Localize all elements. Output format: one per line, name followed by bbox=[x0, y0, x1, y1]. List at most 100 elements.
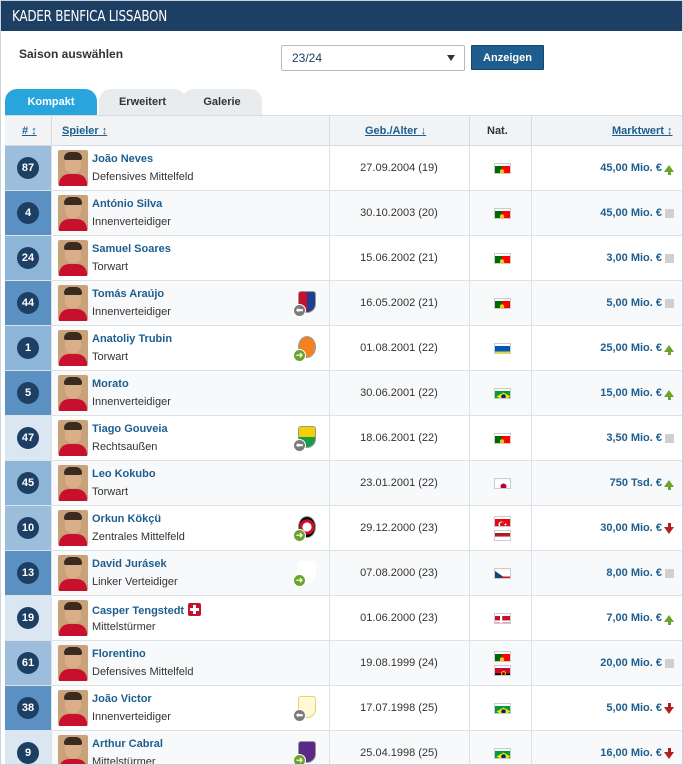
avatar[interactable] bbox=[58, 240, 88, 276]
avatar[interactable] bbox=[58, 285, 88, 321]
avatar-hair bbox=[64, 737, 82, 745]
sort-player-header[interactable]: Spieler ↕ bbox=[62, 116, 107, 146]
player-name-link[interactable]: António Silva bbox=[92, 198, 162, 210]
page-title: KADER BENFICA LISSABON bbox=[12, 7, 167, 25]
nationality bbox=[473, 146, 531, 190]
unchanged-icon bbox=[664, 208, 674, 218]
market-value-link[interactable]: 3,00 Mio. € bbox=[535, 236, 662, 280]
value-trend bbox=[662, 461, 676, 505]
player-name-link[interactable]: Morato bbox=[92, 378, 129, 390]
column-divider bbox=[51, 461, 52, 505]
table-row: 13 David Jurásek Linker Verteidiger ➜ 07… bbox=[5, 551, 682, 596]
player-name-link[interactable]: Arthur Cabral bbox=[92, 738, 163, 750]
transfer-club[interactable]: ➜ bbox=[293, 741, 317, 764]
table-row: 87 João Neves Defensives Mittelfeld 27.0… bbox=[5, 146, 682, 191]
player-name-link[interactable]: Anatoliy Trubin bbox=[92, 333, 172, 345]
avatar-body bbox=[59, 309, 87, 321]
sort-number-header[interactable]: # ↕ bbox=[22, 116, 37, 146]
market-value-link[interactable]: 5,00 Mio. € bbox=[535, 686, 662, 730]
market-value-link[interactable]: 16,00 Mio. € bbox=[535, 731, 662, 764]
player-name-link[interactable]: Tomás Araújo bbox=[92, 288, 164, 300]
birth-date-age: 25.04.1998 (25) bbox=[360, 747, 438, 759]
tab-kompakt[interactable]: Kompakt bbox=[5, 89, 97, 115]
market-value-link[interactable]: 3,50 Mio. € bbox=[535, 416, 662, 460]
player-name-link[interactable]: David Jurásek bbox=[92, 558, 167, 570]
market-value-link[interactable]: 45,00 Mio. € bbox=[535, 191, 662, 235]
avatar-body bbox=[59, 354, 87, 366]
market-value-link[interactable]: 8,00 Mio. € bbox=[535, 551, 662, 595]
transfer-club[interactable]: ⬅ bbox=[293, 696, 317, 722]
market-value-link[interactable]: 30,00 Mio. € bbox=[535, 506, 662, 550]
chevron-down-icon bbox=[447, 55, 455, 61]
column-divider bbox=[531, 326, 532, 370]
birth-date-age: 30.10.2003 (20) bbox=[360, 207, 438, 219]
market-value-link[interactable]: 15,00 Mio. € bbox=[535, 371, 662, 415]
avatar[interactable] bbox=[58, 645, 88, 681]
player-name-link[interactable]: Tiago Gouveia bbox=[92, 423, 168, 435]
player-name-link[interactable]: Casper Tengstedt bbox=[92, 603, 202, 617]
transfer-club[interactable]: ➜ bbox=[293, 336, 317, 362]
sort-icon: ↕ bbox=[667, 125, 673, 137]
birth-date-age: 16.05.2002 (21) bbox=[360, 297, 438, 309]
avatar[interactable] bbox=[58, 690, 88, 726]
avatar[interactable] bbox=[58, 465, 88, 501]
transfer-club[interactable]: ⬅ bbox=[293, 291, 317, 317]
birth-date-age: 19.08.1999 (24) bbox=[360, 657, 438, 669]
season-select[interactable]: 23/24 bbox=[281, 45, 465, 71]
player-name-link[interactable]: João Neves bbox=[92, 153, 153, 165]
value-trend bbox=[662, 686, 676, 730]
sort-value-header[interactable]: Marktwert ↕ bbox=[612, 116, 673, 146]
avatar[interactable] bbox=[58, 555, 88, 591]
market-value-link[interactable]: 7,00 Mio. € bbox=[535, 596, 662, 640]
player-name-link[interactable]: Florentino bbox=[92, 648, 146, 660]
avatar[interactable] bbox=[58, 510, 88, 546]
avatar-hair bbox=[64, 287, 82, 295]
value-trend bbox=[662, 551, 676, 595]
avatar[interactable] bbox=[58, 600, 88, 636]
avatar-hair bbox=[64, 467, 82, 475]
avatar[interactable] bbox=[58, 195, 88, 231]
table-row: 47 Tiago Gouveia Rechtsaußen ⬅ 18.06.200… bbox=[5, 416, 682, 461]
player-name-link[interactable]: Leo Kokubo bbox=[92, 468, 156, 480]
player-name-link[interactable]: João Victor bbox=[92, 693, 152, 705]
nationality bbox=[473, 596, 531, 640]
shirt-number: 38 bbox=[17, 697, 39, 719]
unchanged-icon bbox=[664, 658, 674, 668]
avatar[interactable] bbox=[58, 330, 88, 366]
market-value-link[interactable]: 45,00 Mio. € bbox=[535, 146, 662, 190]
tab-galerie[interactable]: Galerie bbox=[182, 89, 262, 115]
sort-birth-header[interactable]: Geb./Alter ↓ bbox=[365, 116, 426, 146]
player-name-link[interactable]: Samuel Soares bbox=[92, 243, 171, 255]
market-value-link[interactable]: 5,00 Mio. € bbox=[535, 281, 662, 325]
nationality bbox=[473, 191, 531, 235]
market-value-link[interactable]: 20,00 Mio. € bbox=[535, 641, 662, 685]
title-bar: KADER BENFICA LISSABON bbox=[1, 1, 682, 31]
player-position: Innenverteidiger bbox=[92, 711, 171, 723]
avatar[interactable] bbox=[58, 420, 88, 456]
transfer-club[interactable]: ➜ bbox=[293, 516, 317, 542]
market-value-link[interactable]: 25,00 Mio. € bbox=[535, 326, 662, 370]
column-divider bbox=[51, 371, 52, 415]
nationality bbox=[473, 641, 531, 685]
player-name-link[interactable]: Orkun Kökçü bbox=[92, 513, 161, 525]
transfer-club[interactable]: ⬅ bbox=[293, 426, 317, 452]
avatar[interactable] bbox=[58, 735, 88, 764]
column-divider bbox=[531, 146, 532, 190]
avatar[interactable] bbox=[58, 150, 88, 186]
shirt-number: 5 bbox=[17, 382, 39, 404]
avatar-hair bbox=[64, 152, 82, 160]
transfer-club[interactable]: ➜ bbox=[293, 561, 317, 587]
birth-date-age: 18.06.2001 (22) bbox=[360, 432, 438, 444]
show-button[interactable]: Anzeigen bbox=[471, 45, 544, 70]
column-divider bbox=[469, 506, 470, 550]
shirt-number-cell: 13 bbox=[5, 551, 51, 595]
avatar[interactable] bbox=[58, 375, 88, 411]
flag-brazil-icon bbox=[493, 747, 511, 759]
column-divider bbox=[469, 686, 470, 730]
flag-portugal-icon bbox=[493, 162, 511, 174]
player-position: Torwart bbox=[92, 261, 129, 273]
column-divider bbox=[531, 506, 532, 550]
tab-erweitert[interactable]: Erweitert bbox=[99, 89, 186, 115]
market-value-link[interactable]: 750 Tsd. € bbox=[535, 461, 662, 505]
unchanged-icon bbox=[664, 298, 674, 308]
